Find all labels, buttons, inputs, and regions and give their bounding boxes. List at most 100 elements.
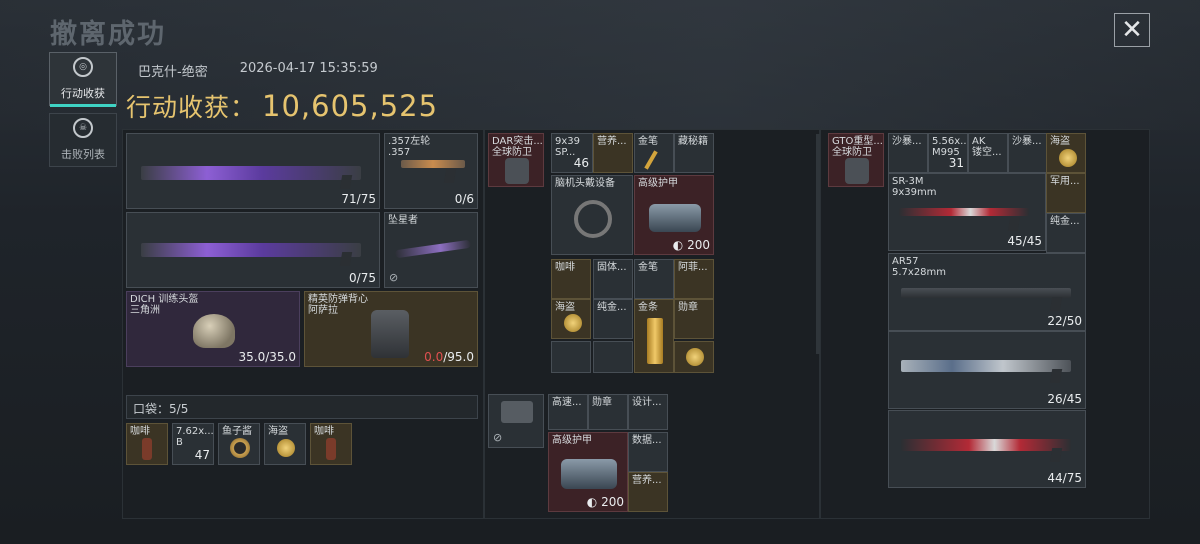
backpack-item[interactable]: 数据...: [628, 432, 668, 472]
rig-item[interactable]: [551, 341, 591, 373]
backpack-item[interactable]: 设计...: [628, 394, 668, 430]
helmet-durability: 35.0/35.0: [238, 350, 296, 364]
haul-value: 10,605,525: [262, 89, 439, 123]
armor-slot[interactable]: 精英防弹背心 阿萨拉 0.0/95.0: [304, 291, 478, 367]
rig-item[interactable]: 金笔: [634, 259, 674, 299]
bag-item[interactable]: AK 镂空...: [968, 133, 1008, 173]
bag-weapon[interactable]: 26/45: [888, 331, 1086, 409]
tab-kills[interactable]: ☠ 击败列表: [49, 113, 117, 167]
ammo-count: 0/75: [349, 271, 376, 285]
rig-item[interactable]: 营养...: [593, 133, 633, 173]
rig-item[interactable]: 9x39 SP... 46: [551, 133, 593, 173]
coin-icon: [277, 439, 295, 457]
tab-kills-label: 击败列表: [61, 148, 105, 161]
vest-icon: [371, 310, 409, 358]
bag-icon: [845, 158, 869, 184]
bag-weapon[interactable]: AR57 5.7x28mm 22/50: [888, 253, 1086, 331]
no-durability-icon: ⊘: [493, 431, 503, 444]
pocket-item[interactable]: 咖啡: [126, 423, 168, 465]
raid-datetime: 2026-04-17 15:35:59: [239, 61, 378, 76]
rig-item[interactable]: 藏秘籍: [674, 133, 714, 173]
coin-icon: [1059, 149, 1077, 167]
backpack-item[interactable]: 高速...: [548, 394, 588, 430]
rig-icon: [505, 158, 529, 184]
close-icon: ✕: [1121, 15, 1143, 45]
scrollbar[interactable]: [816, 134, 820, 354]
helmet-slot[interactable]: DICH 训练头盔 三角洲 35.0/35.0: [126, 291, 300, 367]
revolver-icon: [401, 160, 465, 168]
pocket-item[interactable]: 鱼子酱: [218, 423, 260, 465]
pocket-item[interactable]: 海盗: [264, 423, 306, 465]
rig-name: DAR突击... 全球防卫: [492, 136, 543, 158]
armor-case-icon: [561, 459, 617, 489]
bag-weapon[interactable]: 44/75: [888, 410, 1086, 488]
pocket-item[interactable]: 7.62x... B 47: [172, 423, 214, 465]
rig-item[interactable]: 金条: [634, 299, 674, 373]
helmet-icon: [193, 314, 235, 348]
armor-case-icon: [649, 204, 701, 232]
bag-item[interactable]: 海盗: [1046, 133, 1086, 173]
no-durability-icon: ⊘: [389, 271, 399, 284]
rig-item[interactable]: 脑机头戴设备: [551, 175, 633, 255]
primary-weapon-slot-1[interactable]: 71/75: [126, 133, 380, 209]
bag-slot[interactable]: GTO重型... 全球防卫: [828, 133, 884, 187]
melee-name: 坠星者: [388, 215, 418, 226]
melee-slot[interactable]: 坠星者 ⊘: [384, 212, 478, 288]
tab-haul-label: 行动收获: [61, 87, 105, 100]
rig-item[interactable]: 金笔: [634, 133, 674, 173]
caviar-icon: [230, 438, 250, 458]
pen-icon: [644, 150, 658, 170]
sniper-rifle-icon: [901, 439, 1071, 451]
primary-weapon-slot-2[interactable]: 0/75: [126, 212, 380, 288]
coin-icon: [686, 348, 704, 366]
rig-item[interactable]: 咖啡: [551, 259, 591, 299]
pocket-capacity: 5/5: [169, 402, 189, 416]
backpack-item[interactable]: 高级护甲 ◐ 200: [548, 432, 628, 512]
helmet-name: DICH 训练头盔 三角洲: [130, 294, 199, 316]
coin-icon: [564, 314, 582, 332]
headset-icon: [574, 200, 612, 238]
bag-item[interactable]: 沙暴...: [1008, 133, 1048, 173]
ammo-count: 71/75: [341, 192, 376, 206]
armor-value: ◐ 200: [672, 238, 710, 252]
bag-item[interactable]: 军用...: [1046, 173, 1086, 213]
pistol-name: .357左轮 .357: [388, 136, 431, 158]
rig-slot[interactable]: DAR突击... 全球防卫: [488, 133, 544, 187]
bag-item[interactable]: 沙暴...: [888, 133, 928, 173]
rig-item[interactable]: 高级护甲 ◐ 200: [634, 175, 714, 255]
backpack-slot[interactable]: ⊘: [488, 394, 544, 448]
bag-weapon[interactable]: SR-3M 9x39mm 45/45: [888, 173, 1046, 251]
close-button[interactable]: ✕: [1114, 13, 1150, 47]
haul-icon: ◎: [73, 57, 93, 77]
pocket-label: 口袋：: [133, 402, 170, 416]
haul-total: 行动收获： 10,605,525: [126, 88, 438, 124]
gold-bar-icon: [647, 318, 663, 364]
rig-item[interactable]: [674, 341, 714, 373]
coffee-icon: [142, 438, 152, 460]
knife-icon: [394, 239, 472, 259]
rig-item[interactable]: 纯金...: [593, 299, 633, 339]
backpack-item[interactable]: 营养...: [628, 472, 668, 512]
rig-item[interactable]: 固体...: [593, 259, 633, 299]
bag-item[interactable]: 纯金...: [1046, 213, 1086, 253]
rig-item[interactable]: 勋章: [674, 299, 714, 339]
pocket-item[interactable]: 咖啡: [310, 423, 352, 465]
bag-item[interactable]: 5.56x... M995 31: [928, 133, 968, 173]
sniper-rifle-icon: [901, 360, 1071, 372]
coffee-icon: [326, 438, 336, 460]
machine-gun-icon: [141, 243, 361, 257]
page-title: 撤离成功: [50, 19, 166, 50]
rifle-icon: [901, 288, 1071, 298]
map-name: 巴克什-绝密: [138, 65, 208, 80]
pocket-header: 口袋：5/5: [126, 395, 478, 419]
rig-item[interactable]: 海盗: [551, 299, 591, 339]
ammo-count: 0/6: [454, 192, 474, 206]
backpack-item[interactable]: 勋章: [588, 394, 628, 430]
rig-item[interactable]: [593, 341, 633, 373]
pistol-slot[interactable]: .357左轮 .357 0/6: [384, 133, 478, 209]
armor-value: ◐ 200: [586, 495, 624, 509]
haul-label: 行动收获：: [126, 93, 257, 122]
tab-haul[interactable]: ◎ 行动收获: [49, 52, 117, 107]
rig-item[interactable]: 阿菲...: [674, 259, 714, 299]
armor-name: 精英防弹背心 阿萨拉: [308, 294, 368, 316]
